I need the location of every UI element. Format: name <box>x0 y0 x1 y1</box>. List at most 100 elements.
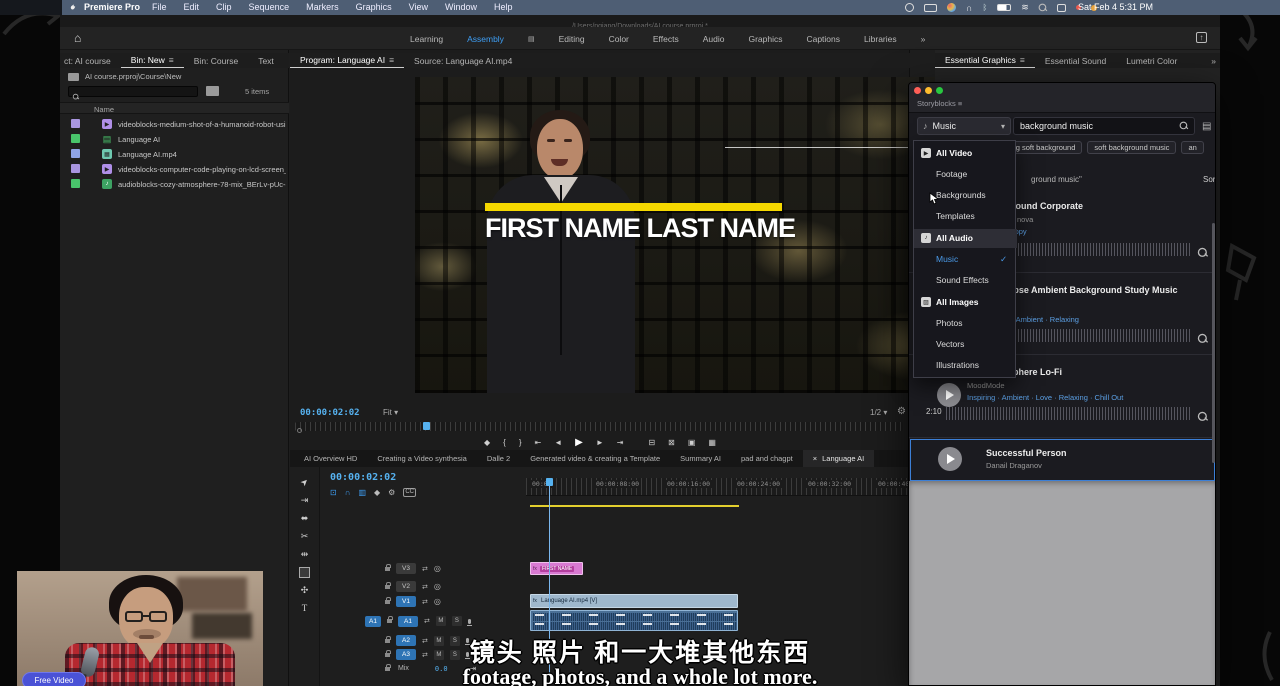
menu-item-footage[interactable]: Footage <box>936 169 967 179</box>
project-item-name[interactable]: videoblocks-medium-shot-of-a-humanoid-ro… <box>118 120 286 129</box>
menu-item-all-images[interactable]: All Images <box>936 297 979 307</box>
fit-dropdown[interactable]: Fit ▾ <box>383 408 398 417</box>
label-color-chip[interactable] <box>71 119 80 128</box>
selection-tool-icon[interactable]: ➤ <box>298 476 311 489</box>
menu-item-all-video[interactable]: All Video <box>936 148 972 158</box>
menu-window[interactable]: Window <box>445 2 477 12</box>
apple-icon[interactable] <box>68 3 77 13</box>
linked-selection-icon[interactable]: ▥ <box>358 488 366 497</box>
project-item-name[interactable]: audioblocks-cozy-atmosphere-78-mix_BErLv… <box>118 180 286 189</box>
go-to-in-icon[interactable]: ⇤ <box>535 438 542 447</box>
project-item-name[interactable]: videoblocks-computer-code-playing-on-lcd… <box>118 165 286 174</box>
find-similar-icon[interactable] <box>1198 248 1208 258</box>
sequence-tab[interactable]: Summary AI <box>670 450 731 467</box>
swirl-icon[interactable] <box>905 3 914 12</box>
menu-item-templates[interactable]: Templates <box>936 211 975 221</box>
tab-lumetri-color[interactable]: Lumetri Color <box>1116 53 1187 68</box>
keyboard-icon[interactable] <box>924 4 937 12</box>
new-bin-icon[interactable] <box>206 86 219 96</box>
add-marker-icon[interactable]: ◆ <box>374 488 380 497</box>
menu-markers[interactable]: Markers <box>306 2 339 12</box>
close-tab-icon[interactable]: × <box>813 454 817 463</box>
work-area-bar[interactable] <box>530 505 739 507</box>
audio-clip-language-ai[interactable] <box>530 610 738 631</box>
project-row[interactable]: ▦ Language AI.mp4 <box>60 146 289 161</box>
lift-icon[interactable]: ⊟ <box>648 438 655 447</box>
sequence-tab[interactable]: Generated video & creating a Template <box>520 450 670 467</box>
timeline-ruler[interactable]: 00:00 00:00:08:00 00:00:16:00 00:00:24:0… <box>526 478 935 496</box>
workspace-tab-effects[interactable]: Effects <box>653 34 679 44</box>
zoom-level-dropdown[interactable]: 1/2 ▾ <box>870 408 887 417</box>
workspace-tab-captions[interactable]: Captions <box>806 34 840 44</box>
play-preview-button[interactable] <box>938 447 962 471</box>
menu-graphics[interactable]: Graphics <box>356 2 392 12</box>
project-row[interactable]: ▶ videoblocks-computer-code-playing-on-l… <box>60 161 289 176</box>
sync-lock-icon[interactable]: ⇄ <box>422 565 428 573</box>
workspace-menu-icon[interactable]: ▤ <box>528 35 535 43</box>
workspace-tab-graphics[interactable]: Graphics <box>748 34 782 44</box>
music-result-row-selected[interactable]: Successful Person Danail Draganov <box>910 439 1215 481</box>
menubar-clock[interactable]: Sat Feb 4 5:31 PM <box>1078 2 1153 12</box>
name-column-header[interactable]: Name <box>60 102 289 114</box>
workspace-overflow-chevron[interactable]: » <box>921 34 926 44</box>
lock-icon[interactable] <box>387 619 392 623</box>
program-video-frame[interactable]: 2023 FIRST NAME LAST NAME <box>415 77 963 393</box>
storybl-scrollbar[interactable] <box>1212 223 1215 463</box>
timeline-timecode[interactable]: 00:00:02:02 <box>330 472 396 483</box>
razor-tool-icon[interactable]: ✂ <box>301 531 309 542</box>
workspace-tab-color[interactable]: Color <box>609 34 629 44</box>
menubar-app-name[interactable]: Premiere Pro <box>84 2 140 12</box>
label-color-chip[interactable] <box>71 179 80 188</box>
project-row[interactable]: ▤ Language AI <box>60 131 289 146</box>
battery-icon[interactable] <box>997 4 1011 11</box>
step-back-icon[interactable]: ◄ <box>554 438 562 447</box>
track-artist[interactable]: Danail Draganov <box>986 461 1042 470</box>
menu-sequence[interactable]: Sequence <box>249 2 290 12</box>
find-similar-icon[interactable] <box>1198 334 1208 344</box>
tab-project-ai-course[interactable]: ct: AI course <box>60 53 121 68</box>
workspace-tab-assembly[interactable]: Assembly <box>467 34 504 44</box>
lock-icon[interactable] <box>385 585 390 589</box>
spotlight-search-icon[interactable] <box>1038 3 1047 12</box>
mark-out-icon[interactable]: } <box>519 438 522 447</box>
project-search-input[interactable] <box>68 86 198 97</box>
type-tool-icon[interactable]: T <box>302 603 308 613</box>
label-color-chip[interactable] <box>71 149 80 158</box>
project-row[interactable]: ♪ audioblocks-cozy-atmosphere-78-mix_BEr… <box>60 176 289 191</box>
program-scrubber[interactable] <box>295 422 903 431</box>
photos-icon[interactable] <box>947 3 956 12</box>
toggle-track-output-icon[interactable]: ◎ <box>434 582 441 591</box>
video-clip-language-ai[interactable]: Language AI.mp4 [V] fx <box>530 594 738 608</box>
sync-lock-icon[interactable]: ⇄ <box>424 617 430 625</box>
waveform-preview[interactable] <box>946 407 1192 420</box>
bluetooth-icon[interactable]: ᛒ <box>982 3 987 12</box>
voice-over-record-icon[interactable] <box>468 619 471 624</box>
track-artist[interactable]: MoodMode <box>967 381 1005 390</box>
menu-item-backgrounds[interactable]: Backgrounds <box>936 190 986 200</box>
workspace-tab-audio[interactable]: Audio <box>703 34 725 44</box>
lock-icon[interactable] <box>385 567 390 571</box>
graphic-clip-first-name[interactable]: FIRST NAME fx <box>530 562 583 575</box>
storyblocks-search-input[interactable]: background music <box>1013 117 1195 135</box>
tab-essential-sound[interactable]: Essential Sound <box>1035 53 1116 68</box>
scrubber-playhead[interactable] <box>423 422 430 430</box>
menu-edit[interactable]: Edit <box>184 2 200 12</box>
toggle-track-output-icon[interactable]: ◎ <box>434 597 441 606</box>
panel-menu-icon[interactable]: ≡ <box>1020 55 1025 65</box>
solo-button[interactable]: S <box>452 616 462 626</box>
hand-tool-icon[interactable]: ✣ <box>301 585 309 596</box>
menu-view[interactable]: View <box>409 2 428 12</box>
tab-program-monitor[interactable]: Program: Language AI≡ <box>290 53 404 68</box>
sync-lock-icon[interactable]: ⇄ <box>422 583 428 591</box>
track-badge-v1[interactable]: V1 <box>396 596 416 607</box>
close-window-button[interactable] <box>914 87 921 94</box>
workspace-tab-editing[interactable]: Editing <box>559 34 585 44</box>
panel-menu-icon[interactable]: ≡ <box>169 55 174 65</box>
sequence-tab[interactable]: AI Overview HD <box>290 450 367 467</box>
insert-nest-icon[interactable]: ⊡ <box>330 488 337 497</box>
sort-label[interactable]: Sort <box>1203 175 1216 184</box>
workspace-tab-libraries[interactable]: Libraries <box>864 34 897 44</box>
tab-text[interactable]: Text <box>248 53 284 68</box>
right-tabs-overflow[interactable]: » <box>1201 53 1220 68</box>
menu-item-sound-effects[interactable]: Sound Effects <box>936 275 989 285</box>
